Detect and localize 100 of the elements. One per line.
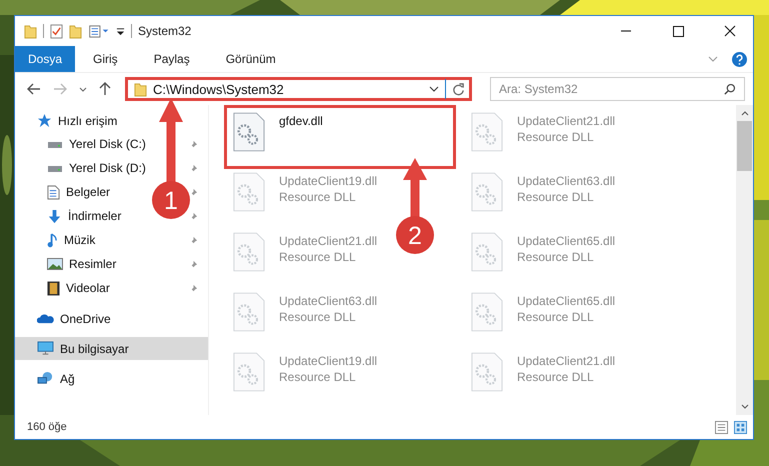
properties-icon[interactable]	[88, 24, 110, 38]
folder-icon[interactable]	[69, 24, 82, 38]
file-name: gfdev.dll	[279, 114, 323, 128]
sidebar-label: OneDrive	[60, 312, 111, 326]
gear-file-icon	[233, 112, 265, 152]
file-type: Resource DLL	[517, 190, 595, 204]
ribbon-tab[interactable]: Görünüm	[208, 46, 294, 72]
scrollbar-thumb[interactable]	[737, 121, 752, 171]
file-type: Resource DLL	[517, 370, 595, 384]
monitor-icon	[37, 341, 54, 356]
pin-icon[interactable]	[189, 284, 198, 292]
gear-file-icon	[233, 352, 265, 392]
folder-icon[interactable]	[24, 24, 37, 38]
address-path: C:\Windows\System32	[153, 82, 285, 96]
gear-file-icon	[233, 172, 265, 212]
scrollbar[interactable]	[736, 105, 753, 415]
step-badge: 2	[396, 216, 434, 254]
search-icon	[724, 83, 736, 95]
sidebar-label: Belgeler	[66, 185, 110, 199]
sidebar-item[interactable]: Hızlı erişim	[15, 109, 208, 132]
sidebar-label: Resimler	[69, 257, 116, 271]
pin-icon[interactable]	[189, 212, 198, 220]
sidebar-item[interactable]: Bu bilgisayar	[15, 337, 208, 360]
chevron-up-icon[interactable]	[740, 111, 748, 116]
help-icon[interactable]	[732, 52, 747, 66]
details-view-icon[interactable]	[715, 420, 728, 434]
chevron-down-icon[interactable]	[429, 86, 439, 92]
gear-file-icon	[233, 232, 265, 272]
annotation-arrow	[403, 158, 427, 218]
pin-icon[interactable]	[189, 260, 198, 268]
back-arrow-icon[interactable]	[27, 83, 41, 95]
ribbon-tab[interactable]: Paylaş	[136, 46, 208, 72]
sidebar-item[interactable]: Müzik	[15, 228, 100, 252]
gear-file-icon	[471, 292, 503, 332]
pin-icon[interactable]	[189, 140, 198, 148]
up-arrow-icon[interactable]	[99, 82, 111, 96]
file-name: UpdateClient63.dll	[279, 294, 378, 308]
sidebar-item[interactable]: Ağ	[15, 367, 208, 390]
music-note-icon	[47, 232, 58, 248]
checklist-icon[interactable]	[50, 24, 63, 38]
ribbon-tab[interactable]: Giriş	[75, 46, 136, 72]
large-icons-view-icon[interactable]	[734, 420, 747, 434]
file-name: UpdateClient63.dll	[517, 174, 616, 188]
chevron-down-icon[interactable]	[740, 404, 748, 409]
star-icon	[37, 113, 52, 128]
sidebar-item[interactable]: Yerel Disk (C:)	[15, 132, 150, 156]
sidebar-label: Bu bilgisayar	[60, 342, 129, 356]
dropdown-icon[interactable]	[116, 26, 125, 36]
address-bar[interactable]: C:\Windows\System32	[125, 77, 472, 101]
pin-icon[interactable]	[189, 236, 198, 244]
file-name: UpdateClient21.dll	[517, 354, 616, 368]
file-name: UpdateClient21.dll	[517, 114, 616, 128]
gear-file-icon	[471, 112, 503, 152]
sidebar-label: Yerel Disk (D:)	[69, 161, 146, 175]
file-name: UpdateClient21.dll	[279, 234, 378, 248]
search-field[interactable]: Ara: System32	[490, 77, 745, 101]
sidebar-label: İndirmeler	[68, 209, 122, 223]
file-type: Resource DLL	[279, 310, 357, 324]
file-type: Resource DLL	[517, 250, 595, 264]
document-icon	[47, 184, 60, 200]
gear-file-icon	[233, 292, 265, 332]
pin-icon[interactable]	[189, 188, 198, 196]
sidebar-label: Hızlı erişim	[58, 114, 118, 128]
image-icon	[47, 258, 63, 270]
gear-file-icon	[471, 172, 503, 212]
file-item[interactable]: gfdev.dll	[227, 108, 453, 166]
sidebar-item[interactable]: OneDrive	[15, 307, 208, 330]
forward-arrow-icon[interactable]	[53, 83, 67, 95]
sidebar-label: Yerel Disk (C:)	[69, 137, 146, 151]
file-name: UpdateClient19.dll	[279, 354, 378, 368]
down-arrow-icon	[47, 208, 62, 224]
sidebar-item[interactable]: Videolar	[15, 276, 114, 300]
sidebar-item[interactable]: Yerel Disk (D:)	[15, 156, 150, 180]
refresh-icon[interactable]	[452, 82, 465, 96]
network-icon	[37, 371, 54, 386]
step-badge: 1	[152, 181, 190, 219]
ribbon-tab[interactable]: Dosya	[15, 46, 76, 72]
gear-file-icon	[471, 352, 503, 392]
file-name: UpdateClient19.dll	[279, 174, 378, 188]
sidebar-item[interactable]: Belgeler	[15, 180, 114, 204]
file-type: Resource DLL	[279, 250, 357, 264]
film-icon	[47, 280, 60, 296]
folder-icon	[134, 82, 147, 96]
item-count: 160 öğe	[27, 421, 67, 433]
file-type: Resource DLL	[279, 190, 357, 204]
pin-icon[interactable]	[189, 164, 198, 172]
sidebar-label: Ağ	[60, 372, 75, 386]
sidebar-item[interactable]: İndirmeler	[15, 204, 126, 228]
sidebar-label: Müzik	[64, 233, 96, 247]
gear-file-icon	[471, 232, 503, 272]
file-type: Resource DLL	[517, 310, 595, 324]
file-type: Resource DLL	[279, 370, 357, 384]
cloud-icon	[37, 313, 54, 324]
file-type: Resource DLL	[517, 130, 595, 144]
file-name: UpdateClient65.dll	[517, 294, 616, 308]
chevron-down-icon[interactable]	[79, 86, 87, 92]
sidebar-label: Videolar	[66, 281, 110, 295]
sidebar-item[interactable]: Resimler	[15, 252, 120, 276]
file-name: UpdateClient65.dll	[517, 234, 616, 248]
window-title: System32	[138, 24, 192, 38]
